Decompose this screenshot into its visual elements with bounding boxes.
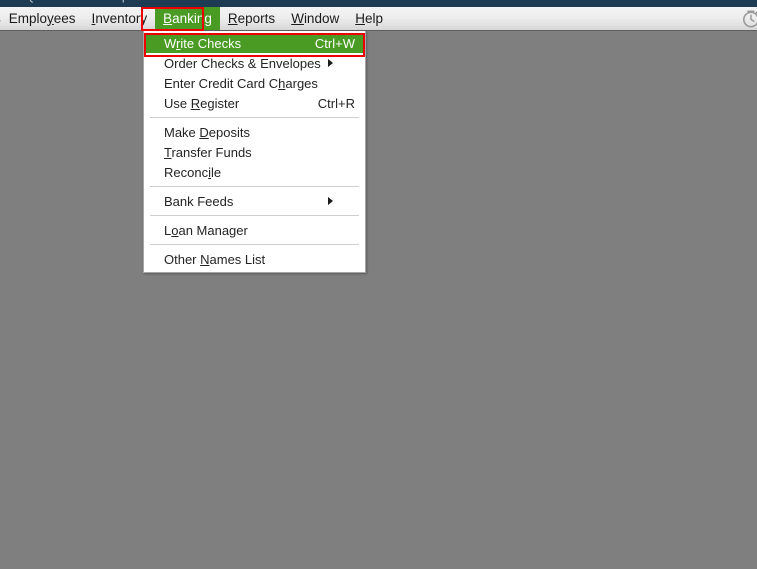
timer-icon[interactable] [735,7,757,30]
menu-item-transfer-funds[interactable]: Transfer Funds [144,142,365,162]
window-title: QuickBooks Desktop [26,0,128,3]
chevron-right-icon [328,197,355,205]
separator-1 [150,117,359,118]
workspace-area [0,31,757,569]
menu-bar-item-label: Window [291,10,340,26]
menu-item-label: Enter Credit Card Charges [164,75,318,91]
menu-item-label: Make Deposits [164,124,250,140]
menu-item-label: Loan Manager [164,222,248,238]
menu-item-label: Bank Feeds [164,193,234,209]
separator-2 [150,186,359,187]
menu-bar-item-label: Employees [8,10,76,26]
menu-item-bank-feeds[interactable]: Bank Feeds [144,191,365,211]
menu-bar-item-inventory[interactable]: Inventory [84,7,156,30]
menu-bar-item-label: Reports [227,10,276,26]
menu-item-label: Write Checks [164,35,242,51]
menu-item-reconcile[interactable]: Reconcile [144,162,365,182]
separator-3 [150,215,359,216]
menu-item-label: Use Register [164,95,240,111]
banking-dropdown-menu: Write Checks Ctrl+W Order Checks & Envelop… [143,31,366,273]
menu-bar-item-label: Banking [163,10,212,26]
menu-item-label: Transfer Funds [164,144,252,160]
menu-item-other-names-list[interactable]: Other Names List [144,249,365,269]
menu-item-write-checks[interactable]: Write Checks Ctrl+W [144,33,365,53]
application-window: QuickBooks Desktop sEmployeesInventoryBa… [0,0,757,569]
window-title-bar: QuickBooks Desktop [0,0,757,7]
menu-item-loan-manager[interactable]: Loan Manager [144,220,365,240]
menu-bar-item-help[interactable]: Help [347,7,391,30]
menu-item-label: Other Names List [164,251,266,267]
menu-item-label: Order Checks & Envelopes [164,55,321,71]
menu-bar-item-employees[interactable]: Employees [1,7,84,30]
menu-item-use-register[interactable]: Use Register Ctrl+R [144,93,365,113]
menu-bar-item-banking[interactable]: Banking [155,7,220,30]
menu-bar-item-window[interactable]: Window [283,7,347,30]
menu-bar-items: sEmployeesInventoryBankingReportsWindowH… [0,7,391,30]
chevron-right-icon [328,59,355,67]
separator-4 [150,244,359,245]
menu-item-make-deposits[interactable]: Make Deposits [144,122,365,142]
menu-item-shortcut: Ctrl+W [314,35,355,51]
menu-item-label: Reconcile [164,164,222,180]
menu-bar: sEmployeesInventoryBankingReportsWindowH… [0,7,757,31]
menu-item-enter-credit-card-charges[interactable]: Enter Credit Card Charges [144,73,365,93]
menu-bar-item-reports[interactable]: Reports [220,7,283,30]
menu-bar-item-label: Help [355,10,383,26]
menu-bar-item-label: Inventory [91,10,148,26]
menu-item-shortcut: Ctrl+R [317,95,355,111]
menu-item-order-checks-envelopes[interactable]: Order Checks & Envelopes [144,53,365,73]
menu-bar-spacer [391,7,735,30]
